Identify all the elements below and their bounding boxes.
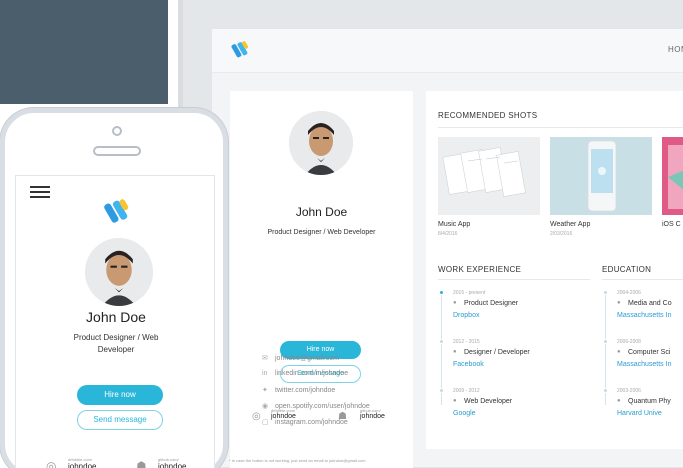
profile-role: Product Designer / Web Developer <box>73 333 159 354</box>
work-org-link[interactable]: Facebook <box>453 361 484 368</box>
dribbble-icon: ◎ <box>46 459 57 468</box>
footer-note: * In case the button is not working, jus… <box>229 458 366 463</box>
work-dates: 2015 - present <box>453 290 486 296</box>
spotify-icon: ◉ <box>262 403 269 410</box>
work-role: Web Developer <box>464 398 513 405</box>
graduation-cap-icon: ● <box>617 398 621 404</box>
shot-date-music: 8/4/2016 <box>438 231 458 237</box>
education-school-link[interactable]: Massachusetts In <box>617 361 671 368</box>
graduation-cap-icon: ● <box>617 300 621 306</box>
timeline-dot <box>439 290 444 295</box>
dribbble-username: johndoe <box>68 462 97 468</box>
profile-name: John Doe <box>86 309 146 325</box>
shot-title-music[interactable]: Music App <box>438 221 470 228</box>
github-username: johndoe <box>360 413 385 420</box>
contact-spotify-text: open.spotify.com/user/johndoe <box>275 403 370 410</box>
linkedin-icon: in <box>262 370 268 377</box>
timeline-dot <box>603 388 608 393</box>
twitter-icon: ✦ <box>262 387 268 394</box>
education-degree: Quantum Phy <box>628 398 671 405</box>
dribbble-link[interactable]: dribbble.com/ johndoe <box>68 457 96 468</box>
contact-linkedin[interactable]: in linkedin.com/in/johndoe <box>262 370 348 377</box>
education-school-link[interactable]: Massachusetts In <box>617 312 671 319</box>
briefcase-icon: ● <box>453 398 457 404</box>
timeline-dot <box>439 388 444 393</box>
education-degree: Computer Sci <box>628 349 671 356</box>
avatar <box>85 238 153 306</box>
graduation-cap-icon: ● <box>617 349 621 355</box>
logo-icon[interactable] <box>230 39 252 61</box>
education-dates: 2003-2006 <box>617 388 641 394</box>
work-role: Product Designer <box>464 300 519 307</box>
dribbble-icon: ◎ <box>252 411 261 422</box>
shot-thumbnail-weather[interactable] <box>550 137 652 215</box>
education-school-link[interactable]: Harvard Unive <box>617 410 662 417</box>
education-dates: 2006-2008 <box>617 339 641 345</box>
phone-screen: John Doe Product Designer / Web Develope… <box>15 175 215 468</box>
work-role: Designer / Developer <box>464 349 530 356</box>
mail-icon: ✉ <box>262 355 268 362</box>
phone-speaker <box>93 146 141 156</box>
recommended-shots-title: RECOMMENDED SHOTS <box>438 111 538 120</box>
timeline-dot <box>603 339 608 344</box>
divider <box>602 279 683 280</box>
education-dates: 2004-2006 <box>617 290 641 296</box>
shot-thumbnail-music[interactable] <box>438 137 540 215</box>
content-panel: RECOMMENDED SHOTS Music App 8/4/2016 Wea… <box>426 91 683 449</box>
contact-linkedin-text: linkedin.com/in/johndoe <box>275 370 349 377</box>
shot-title-ios[interactable]: iOS C <box>662 221 681 228</box>
divider <box>438 127 683 128</box>
hire-now-button[interactable]: Hire now <box>77 385 163 405</box>
github-icon: ☗ <box>136 459 147 468</box>
send-message-button[interactable]: Send message <box>77 410 163 430</box>
github-link[interactable]: github.com/ johndoe <box>158 457 186 468</box>
work-experience-title: WORK EXPERIENCE <box>438 265 522 274</box>
background-slate-panel <box>0 0 168 104</box>
contact-twitter[interactable]: ✦ twitter.com/johndoe <box>262 386 335 394</box>
divider <box>438 279 590 280</box>
shot-date-weather: 2/03/2016 <box>550 231 573 237</box>
contact-twitter-text: twitter.com/johndoe <box>275 387 336 394</box>
profile-role: Product Designer / Web Developer <box>267 229 376 236</box>
timeline-dot <box>439 339 444 344</box>
contact-instagram[interactable]: ▢ instagram.com/johndoe <box>262 418 348 426</box>
desktop-mockup: HOME John Doe Product Designer / Web Dev… <box>178 0 683 468</box>
contact-email[interactable]: ✉ johndoe@gmail.com <box>262 354 339 362</box>
education-degree: Media and Co <box>628 300 672 307</box>
education-title: EDUCATION <box>602 265 652 274</box>
profile-name: John Doe <box>295 205 348 219</box>
instagram-icon: ▢ <box>262 419 269 426</box>
nav-home-link[interactable]: HOME <box>668 45 683 54</box>
github-username: johndoe <box>158 462 187 468</box>
contact-email-text: johndoe@gmail.com <box>275 355 339 362</box>
profile-card: John Doe Product Designer / Web Develope… <box>230 91 413 468</box>
contact-spotify[interactable]: ◉ open.spotify.com/user/johndoe <box>262 402 370 410</box>
work-org-link[interactable]: Google <box>453 410 476 417</box>
desktop-header: HOME <box>212 29 683 73</box>
work-dates: 2012 - 2015 <box>453 339 480 345</box>
shot-thumbnail-ios[interactable] <box>662 137 683 215</box>
shot-title-weather[interactable]: Weather App <box>550 221 590 228</box>
briefcase-icon: ● <box>453 349 457 355</box>
avatar <box>289 111 353 175</box>
timeline-dot <box>603 290 608 295</box>
logo-icon[interactable] <box>102 196 134 228</box>
desktop-browser-window: HOME John Doe Product Designer / Web Dev… <box>211 28 683 468</box>
contact-instagram-text: instagram.com/johndoe <box>275 419 348 426</box>
briefcase-icon: ● <box>453 300 457 306</box>
hamburger-menu-icon[interactable] <box>30 186 50 201</box>
phone-mockup: John Doe Product Designer / Web Develope… <box>0 108 228 468</box>
work-org-link[interactable]: Dropbox <box>453 312 479 319</box>
work-dates: 2009 - 2012 <box>453 388 480 394</box>
phone-camera <box>112 126 122 136</box>
